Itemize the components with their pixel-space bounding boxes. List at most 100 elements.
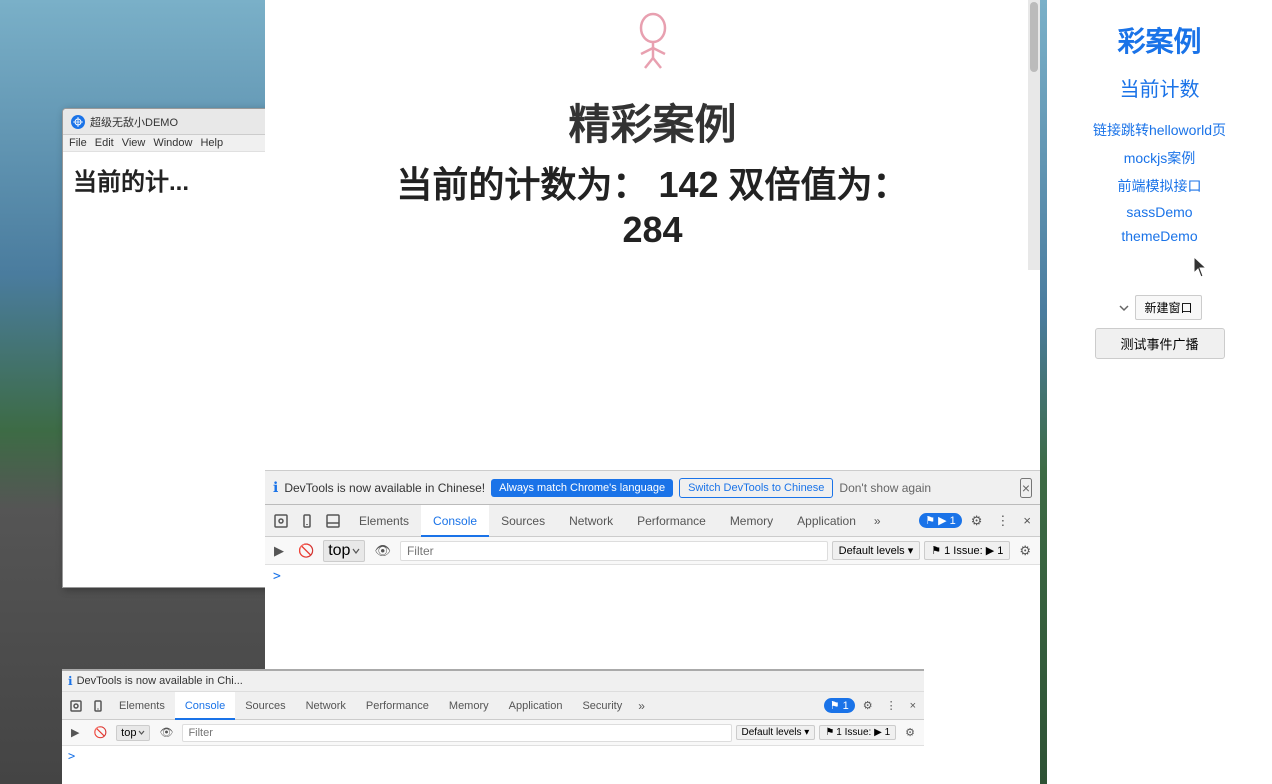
- badge-count: ▶ 1: [938, 514, 956, 527]
- console-run-button[interactable]: ▶: [269, 540, 289, 562]
- tab-performance[interactable]: Performance: [625, 505, 718, 537]
- tab-more[interactable]: »: [868, 514, 887, 528]
- sdt-run-button[interactable]: ▶: [66, 723, 84, 742]
- page-icon: [623, 10, 683, 83]
- new-window-button[interactable]: 新建窗口: [1135, 295, 1201, 320]
- devtools-menu-button[interactable]: ⋮: [991, 510, 1014, 532]
- page-title: 精彩案例: [568, 91, 736, 152]
- tab-network[interactable]: Network: [557, 505, 625, 537]
- sdt-badge: ⚑ 1: [824, 698, 855, 713]
- top-selector-dropdown-icon: [352, 547, 360, 555]
- sdt-tab-sources[interactable]: Sources: [235, 692, 295, 720]
- sdt-device-button[interactable]: [87, 697, 109, 715]
- console-settings-button[interactable]: ⚙: [1014, 540, 1036, 562]
- sdt-eye-button[interactable]: 👁: [154, 723, 178, 742]
- console-clear-button[interactable]: 🚫: [293, 540, 319, 562]
- sdt-tab-console[interactable]: Console: [175, 692, 235, 720]
- devtools-close-button[interactable]: ×: [1018, 510, 1036, 531]
- link-mockjs[interactable]: mockjs案例: [1124, 148, 1196, 168]
- notification-close-button[interactable]: ×: [1020, 478, 1032, 498]
- devtools-tabs-bar: Elements Console Sources Network Perform…: [347, 505, 917, 536]
- sdt-menu-button[interactable]: ⋮: [881, 696, 902, 715]
- web-content-right: 彩案例 当前计数 链接跳转helloworld页 mockjs案例 前端模拟接口…: [1047, 0, 1272, 784]
- web-title-partial: 彩案例: [1117, 20, 1201, 60]
- sdt-top-selector[interactable]: top: [116, 725, 150, 741]
- sdt-filter-input[interactable]: [182, 724, 731, 742]
- sdt-badge-flag-icon: ⚑: [830, 699, 840, 712]
- sdt-tab-more[interactable]: »: [632, 699, 651, 713]
- sdt-tab-network[interactable]: Network: [296, 692, 356, 720]
- tab-elements[interactable]: Elements: [347, 505, 421, 537]
- devtools-inspect-button[interactable]: [269, 511, 293, 531]
- switch-devtools-button[interactable]: Switch DevTools to Chinese: [679, 478, 833, 498]
- always-match-button[interactable]: Always match Chrome's language: [491, 479, 673, 497]
- sdt-prompt[interactable]: >: [68, 749, 918, 763]
- issue-flag-icon: ⚑: [931, 544, 941, 557]
- top-selector-label: top: [328, 542, 350, 560]
- sdt-tab-application[interactable]: Application: [499, 692, 573, 720]
- small-devtools-notification: ℹ DevTools is now available in Chi...: [62, 671, 924, 692]
- sdt-tab-memory[interactable]: Memory: [439, 692, 499, 720]
- dropdown-chevron-icon: [1117, 301, 1131, 315]
- tab-sources[interactable]: Sources: [489, 505, 557, 537]
- small-console-content: >: [62, 746, 924, 784]
- sdt-badge-count: 1: [843, 700, 849, 712]
- tab-application[interactable]: Application: [785, 505, 868, 537]
- sdt-console-settings-button[interactable]: ⚙: [900, 723, 920, 742]
- top-selector[interactable]: top: [323, 540, 365, 562]
- info-icon: ℹ: [273, 479, 278, 496]
- small-browser-logo: [71, 115, 85, 129]
- small-counter-display: 当前的计...: [73, 162, 261, 197]
- tab-memory[interactable]: Memory: [718, 505, 785, 537]
- devtools-tab-right: ⚑ ▶ 1 ⚙ ⋮ ×: [919, 510, 1036, 532]
- devtools-device-button[interactable]: [295, 511, 319, 531]
- badge-flag-icon: ⚑: [925, 514, 935, 527]
- link-sass-demo[interactable]: sassDemo: [1126, 204, 1192, 220]
- sdt-close-button[interactable]: ×: [905, 697, 921, 715]
- notification-text: DevTools is now available in Chinese!: [284, 481, 485, 495]
- devtools-badge: ⚑ ▶ 1: [919, 513, 962, 528]
- small-browser-content: 当前的计...: [63, 152, 271, 587]
- menu-window[interactable]: Window: [153, 137, 192, 149]
- console-prompt[interactable]: >: [273, 569, 1032, 584]
- menu-edit[interactable]: Edit: [95, 137, 114, 149]
- page-content-area: 精彩案例 当前的计数为： 142 双倍值为： 284: [265, 0, 1040, 470]
- event-broadcast-button[interactable]: 测试事件广播: [1095, 328, 1225, 359]
- sdt-clear-button[interactable]: 🚫: [88, 723, 112, 742]
- devtools-dock-button[interactable]: [321, 511, 345, 531]
- sdt-settings-button[interactable]: ⚙: [858, 696, 878, 715]
- menu-view[interactable]: View: [122, 137, 146, 149]
- console-filter-input[interactable]: [400, 541, 828, 561]
- small-browser-menubar: File Edit View Window Help: [63, 135, 271, 152]
- small-devtools-panel: ℹ DevTools is now available in Chi... El…: [62, 669, 924, 784]
- small-browser-window: 超级无敌小DEMO File Edit View Window Help 当前的…: [62, 108, 272, 588]
- sdt-inspect-button[interactable]: [65, 697, 87, 715]
- tab-console[interactable]: Console: [421, 505, 489, 537]
- menu-help[interactable]: Help: [200, 137, 223, 149]
- link-helloworld[interactable]: 链接跳转helloworld页: [1093, 120, 1226, 140]
- menu-file[interactable]: File: [69, 137, 87, 149]
- sdt-dropdown-icon: [138, 729, 145, 736]
- sdt-tab-elements[interactable]: Elements: [109, 692, 175, 720]
- sdt-right-controls: ⚑ 1 ⚙ ⋮ ×: [824, 696, 921, 715]
- scrollbar-thumb[interactable]: [1030, 2, 1038, 72]
- dont-show-again-link[interactable]: Don't show again: [839, 481, 931, 495]
- small-notification-text: DevTools is now available in Chi...: [77, 675, 243, 687]
- link-theme-demo[interactable]: themeDemo: [1121, 228, 1197, 244]
- sdt-issue-flag-icon: ⚑: [825, 727, 834, 738]
- small-browser-titlebar: 超级无敌小DEMO: [63, 109, 271, 135]
- sdt-issue-label: 1 Issue: ▶ 1: [836, 727, 890, 738]
- sdt-tab-performance[interactable]: Performance: [356, 692, 439, 720]
- console-toolbar: ▶ 🚫 top 👁 Default levels ▾ ⚑ 1 Issue: ▶ …: [265, 537, 1040, 565]
- console-issues-button[interactable]: ⚑ 1 Issue: ▶ 1: [924, 541, 1010, 560]
- devtools-settings-button[interactable]: ⚙: [966, 510, 988, 532]
- sdt-levels-button[interactable]: Default levels ▾: [736, 725, 816, 740]
- link-frontend-api[interactable]: 前端模拟接口: [1118, 176, 1202, 196]
- console-levels-button[interactable]: Default levels ▾: [832, 541, 921, 560]
- sdt-issues-button[interactable]: ⚑ 1 Issue: ▶ 1: [819, 725, 896, 740]
- console-eye-button[interactable]: 👁: [369, 540, 396, 562]
- small-browser-title: 超级无敌小DEMO: [90, 114, 178, 130]
- sdt-tab-security[interactable]: Security: [572, 692, 632, 720]
- counter-prefix: 当前的计数为：: [396, 164, 648, 205]
- page-scrollbar[interactable]: [1028, 0, 1040, 270]
